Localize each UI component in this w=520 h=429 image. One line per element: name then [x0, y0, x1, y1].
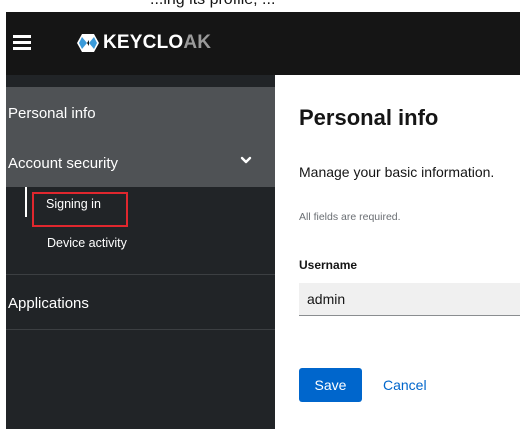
sidebar-item-account-security[interactable]: Account security — [6, 139, 275, 187]
account-security-subnav: Signing in Device activity — [6, 187, 275, 277]
page-description: Manage your basic information. — [299, 164, 495, 180]
cancel-button[interactable]: Cancel — [383, 368, 427, 402]
sidebar-item-personal-info[interactable]: Personal info — [6, 87, 275, 139]
caption-text: ...ing its profile, ... — [150, 0, 275, 9]
username-field-wrapper — [299, 283, 520, 316]
logo-text: KEYCLOAK — [103, 32, 212, 53]
sidebar-item-applications[interactable]: Applications — [6, 279, 275, 327]
page-title: Personal info — [299, 105, 439, 130]
nav-divider — [6, 274, 275, 275]
nav-divider — [6, 329, 275, 330]
hamburger-menu-icon[interactable] — [13, 35, 31, 50]
subnav-indicator — [25, 187, 27, 217]
sidebar-item-label: Account security — [8, 154, 119, 172]
sidebar-nav: Personal info Account security Signing i… — [6, 75, 275, 429]
chevron-down-icon[interactable] — [239, 153, 253, 167]
sidebar-item-label: Personal info — [8, 104, 96, 122]
required-note: All fields are required. — [299, 211, 401, 223]
username-field[interactable] — [299, 283, 520, 315]
save-button[interactable]: Save — [299, 368, 362, 402]
keycloak-logo[interactable]: KEYCLOAK — [74, 29, 211, 57]
sidebar-item-label: Applications — [8, 294, 89, 312]
keycloak-logo-icon — [74, 31, 102, 55]
username-label: Username — [299, 258, 358, 272]
sidebar-subitem-device-activity[interactable]: Device activity — [47, 236, 127, 250]
main-content: Personal info Manage your basic informat… — [275, 75, 520, 429]
sidebar-subitem-signing-in[interactable]: Signing in — [46, 197, 101, 211]
caption-strip: ...ing its profile, ... — [0, 0, 520, 12]
masthead: KEYCLOAK — [6, 12, 520, 75]
